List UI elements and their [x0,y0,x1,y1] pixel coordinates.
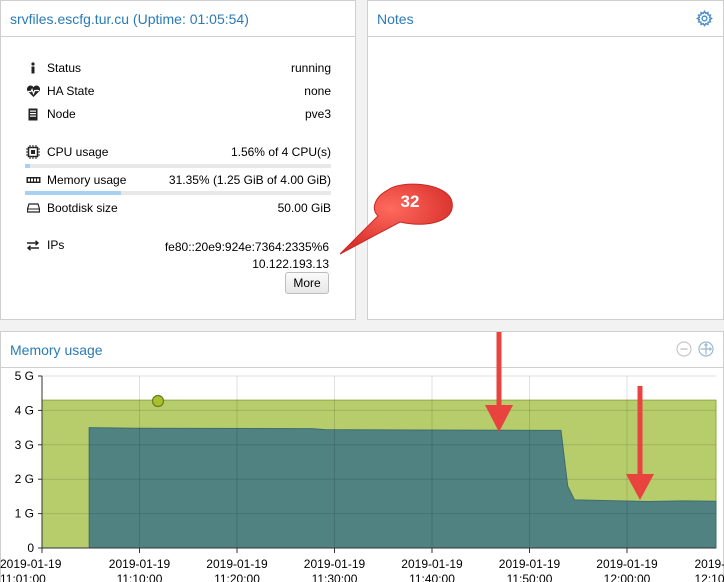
summary-header: srvfiles.escfg.tur.cu (Uptime: 01:05:54) [1,1,355,37]
ip-address: fe80::20e9:924e:7364:2335%6 [164,240,329,254]
memory-icon [25,172,41,188]
node-row: Node pve3 [25,105,331,123]
memory-usage-bar-fill [25,191,121,195]
more-button[interactable]: More [285,272,329,294]
cpu-usage-value: 1.56% of 4 CPU(s) [230,145,331,159]
memory-usage-bar [25,191,331,195]
ip-list: fe80::20e9:924e:7364:2335%6 10.122.193.1… [165,239,329,273]
notes-title: Notes [377,10,414,27]
heartbeat-icon [25,83,41,99]
cpu-icon [25,144,41,160]
ips-label: IPs [47,238,65,252]
node-value: pve3 [304,107,331,121]
cpu-usage-label: CPU usage [47,145,109,159]
ips-row: IPs [25,236,145,254]
info-icon [25,60,41,76]
chart-tools [676,341,714,360]
zoom-out-icon[interactable] [676,341,692,360]
ip-address: 10.122.193.13 [252,257,329,271]
memory-chart-panel: Memory usage [0,331,724,582]
ha-state-value: none [304,84,331,98]
summary-title: srvfiles.escfg.tur.cu (Uptime: 01:05:54) [10,10,249,27]
ha-state-row: HA State none [25,82,331,100]
status-value: running [290,61,331,75]
node-label: Node [47,107,76,121]
memory-usage-row: Memory usage 31.35% (1.25 GiB of 4.00 Gi… [25,171,331,189]
bootdisk-label: Bootdisk size [47,201,118,215]
status-row: Status running [25,59,331,77]
summary-panel: srvfiles.escfg.tur.cu (Uptime: 01:05:54)… [0,0,356,320]
server-icon [25,106,41,122]
ha-state-label: HA State [47,84,95,98]
status-label: Status [47,61,82,75]
callout-bubble [339,183,453,255]
memory-usage-value: 31.35% (1.25 GiB of 4.00 GiB) [168,173,331,187]
bootdisk-value: 50.00 GiB [277,201,331,215]
notes-panel: Notes [367,0,724,320]
cpu-usage-bar-fill [25,164,30,168]
cpu-usage-bar [25,164,331,168]
callout-number: 32 [400,192,420,211]
memory-chart-title: Memory usage [10,341,103,358]
zoom-reset-icon[interactable] [698,341,714,360]
memory-chart-header: Memory usage [1,332,723,368]
exchange-icon [25,237,41,253]
bootdisk-row: Bootdisk size 50.00 GiB [25,199,331,217]
gear-icon[interactable] [696,10,713,30]
cpu-usage-row: CPU usage 1.56% of 4 CPU(s) [25,143,331,161]
notes-header: Notes [368,1,723,37]
memory-usage-label: Memory usage [47,173,127,187]
hdd-icon [25,200,41,216]
